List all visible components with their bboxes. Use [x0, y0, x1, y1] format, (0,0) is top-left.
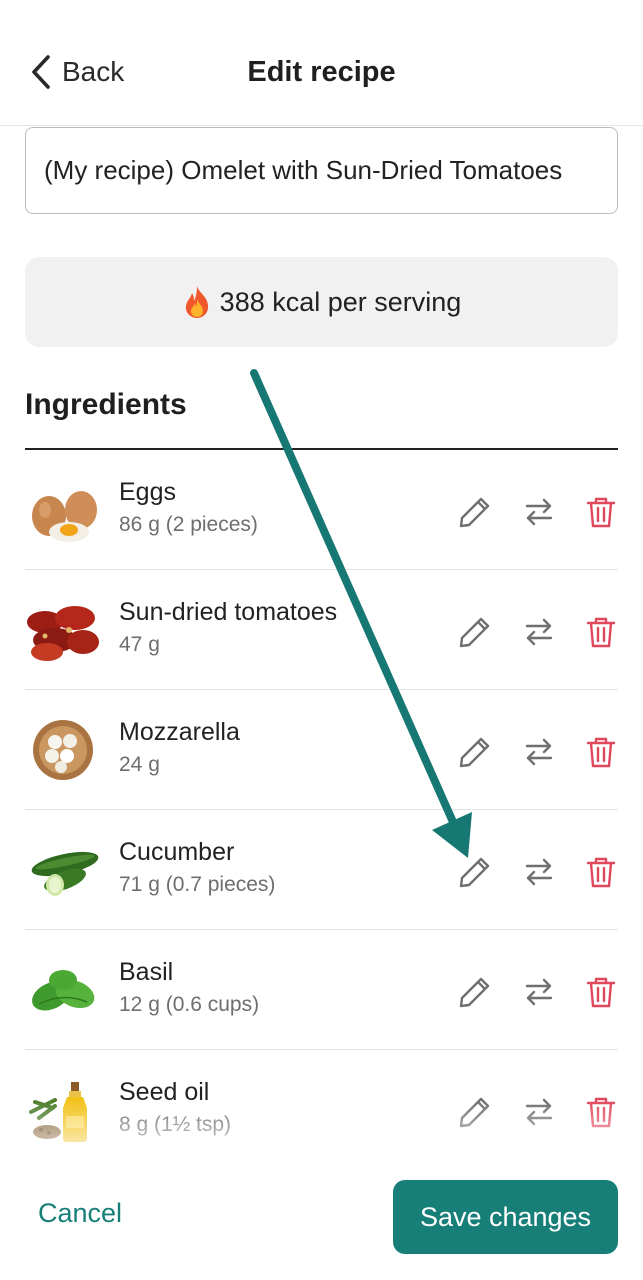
eggs-image: [32, 491, 97, 542]
ingredient-amount: 71 g (0.7 pieces): [119, 873, 276, 896]
trash-icon: [586, 1097, 616, 1128]
ingredient-amount: 12 g (0.6 cups): [119, 993, 260, 1016]
seed-oil-image: [29, 1082, 87, 1142]
trash-icon: [586, 857, 616, 888]
swap-arrows-icon: [525, 858, 553, 886]
ingredient-row-seed-oil: Seed oil 8 g (1½ tsp): [25, 1050, 618, 1160]
pencil-icon: [459, 857, 490, 888]
ingredients-list: Eggs 86 g (2 pieces) Sun-dried tomatoes …: [25, 450, 618, 1160]
edit-ingredient-button[interactable]: [457, 494, 493, 530]
edit-ingredient-button[interactable]: [457, 614, 493, 650]
ingredient-row-sun-dried-tomatoes: Sun-dried tomatoes 47 g: [25, 570, 618, 690]
trash-icon: [586, 737, 616, 768]
replace-ingredient-button[interactable]: [521, 494, 557, 530]
save-changes-button[interactable]: Save changes: [393, 1180, 618, 1254]
cucumber-image: [31, 851, 99, 896]
replace-ingredient-button[interactable]: [521, 1094, 557, 1130]
ingredients-heading: Ingredients: [25, 388, 187, 421]
ingredient-amount: 86 g (2 pieces): [119, 513, 258, 536]
swap-arrows-icon: [525, 498, 553, 526]
edit-ingredient-button[interactable]: [457, 854, 493, 890]
ingredient-row-cucumber: Cucumber 71 g (0.7 pieces): [25, 810, 618, 930]
basil-image: [32, 970, 95, 1011]
pencil-icon: [459, 977, 490, 1008]
edit-ingredient-button[interactable]: [457, 734, 493, 770]
ingredient-row-eggs: Eggs 86 g (2 pieces): [25, 450, 618, 570]
swap-arrows-icon: [525, 738, 553, 766]
ingredient-amount: 47 g: [119, 633, 160, 656]
ingredient-amount: 24 g: [119, 753, 160, 776]
trash-icon: [586, 617, 616, 648]
pencil-icon: [459, 737, 490, 768]
ingredient-name: Mozzarella: [119, 718, 240, 746]
ingredient-name: Seed oil: [119, 1078, 210, 1106]
header-bar: Back Edit recipe: [0, 0, 643, 126]
ingredient-name: Cucumber: [119, 838, 235, 866]
replace-ingredient-button[interactable]: [521, 614, 557, 650]
replace-ingredient-button[interactable]: [521, 974, 557, 1010]
trash-icon: [586, 977, 616, 1008]
footer-bar: Cancel Save changes: [0, 1158, 643, 1280]
pencil-icon: [459, 617, 490, 648]
delete-ingredient-button[interactable]: [583, 1094, 618, 1130]
delete-ingredient-button[interactable]: [583, 494, 618, 530]
cancel-button[interactable]: Cancel: [38, 1198, 122, 1229]
pencil-icon: [459, 497, 490, 528]
replace-ingredient-button[interactable]: [521, 854, 557, 890]
ingredient-name: Eggs: [119, 478, 176, 506]
swap-arrows-icon: [525, 618, 553, 646]
delete-ingredient-button[interactable]: [583, 974, 618, 1010]
replace-ingredient-button[interactable]: [521, 734, 557, 770]
swap-arrows-icon: [525, 978, 553, 1006]
mozzarella-image: [33, 720, 93, 780]
swap-arrows-icon: [525, 1098, 553, 1126]
edit-ingredient-button[interactable]: [457, 1094, 493, 1130]
edit-ingredient-button[interactable]: [457, 974, 493, 1010]
ingredient-name: Sun-dried tomatoes: [119, 598, 338, 626]
pencil-icon: [459, 1097, 490, 1128]
kcal-summary: 388 kcal per serving: [25, 257, 618, 347]
fire-icon: [185, 286, 208, 318]
delete-ingredient-button[interactable]: [583, 734, 618, 770]
recipe-name-input[interactable]: [25, 127, 618, 214]
trash-icon: [586, 497, 616, 528]
kcal-text: 388 kcal per serving: [219, 286, 462, 317]
ingredient-name: Basil: [119, 958, 174, 986]
page-title: Edit recipe: [247, 56, 396, 88]
delete-ingredient-button[interactable]: [583, 614, 618, 650]
sun-dried-tomatoes-image: [27, 606, 99, 661]
delete-ingredient-button[interactable]: [583, 854, 618, 890]
ingredient-row-mozzarella: Mozzarella 24 g: [25, 690, 618, 810]
ingredient-amount: 8 g (1½ tsp): [119, 1113, 232, 1136]
ingredient-row-basil: Basil 12 g (0.6 cups): [25, 930, 618, 1050]
